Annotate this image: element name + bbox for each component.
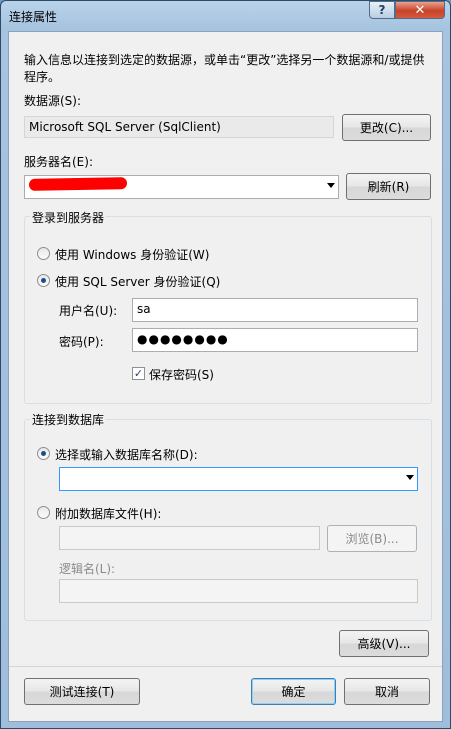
windows-auth-label[interactable]: 使用 Windows 身份验证(W) (55, 246, 209, 263)
window-title: 连接属性 (9, 10, 58, 24)
save-password-label[interactable]: 保存密码(S) (149, 366, 214, 383)
chevron-down-icon[interactable] (327, 183, 335, 188)
redaction-mark (28, 177, 128, 191)
username-input[interactable]: sa (132, 298, 418, 322)
chevron-down-icon[interactable] (406, 475, 414, 480)
logical-name-input[interactable] (59, 579, 418, 603)
attach-database-label[interactable]: 附加数据库文件(H): (55, 505, 161, 522)
datasource-field: Microsoft SQL Server (SqlClient) (24, 116, 334, 138)
windows-auth-radio[interactable] (37, 247, 50, 260)
login-group-title: 登录到服务器 (30, 209, 107, 226)
database-name-combo[interactable] (59, 467, 418, 491)
dialog-body: 输入信息以连接到选定的数据源，或单击“更改”选择另一个数据源和/或提供程序。 数… (8, 31, 443, 722)
password-label: 密码(P): (59, 335, 104, 349)
select-database-radio[interactable] (37, 447, 50, 460)
connection-properties-window: 连接属性 ? ✕ 输入信息以连接到选定的数据源，或单击“更改”选择另一个数据源和… (0, 0, 451, 729)
help-button[interactable]: ? (369, 1, 395, 19)
cancel-button[interactable]: 取消 (344, 678, 430, 705)
title-bar[interactable]: 连接属性 ? ✕ (1, 1, 450, 31)
server-name-label: 服务器名(E): (24, 155, 93, 169)
checkmark-icon: ✓ (133, 367, 144, 380)
logical-name-label: 逻辑名(L): (59, 562, 116, 576)
username-label: 用户名(U): (59, 304, 118, 318)
attach-file-input[interactable] (59, 526, 320, 550)
datasource-label: 数据源(S): (24, 94, 82, 108)
sql-auth-radio[interactable] (37, 274, 50, 287)
advanced-button[interactable]: 高级(V)... (339, 630, 429, 657)
password-input[interactable]: ●●●●●●●● (132, 328, 418, 352)
close-button[interactable]: ✕ (395, 1, 445, 19)
attach-database-radio[interactable] (37, 506, 50, 519)
description-text: 输入信息以连接到选定的数据源，或单击“更改”选择另一个数据源和/或提供程序。 (24, 53, 425, 84)
divider (9, 666, 442, 667)
close-icon: ✕ (414, 2, 426, 18)
database-group-title: 连接到数据库 (30, 411, 107, 428)
test-connection-button[interactable]: 测试连接(T) (24, 678, 140, 705)
refresh-button[interactable]: 刷新(R) (346, 173, 431, 200)
help-icon: ? (378, 3, 386, 17)
browse-button[interactable]: 浏览(B)... (327, 525, 417, 552)
ok-button[interactable]: 确定 (251, 678, 336, 705)
change-datasource-button[interactable]: 更改(C)... (342, 114, 431, 141)
sql-auth-label[interactable]: 使用 SQL Server 身份验证(Q) (55, 273, 220, 290)
select-database-label[interactable]: 选择或输入数据库名称(D): (55, 446, 198, 463)
save-password-checkbox[interactable]: ✓ (132, 367, 145, 380)
